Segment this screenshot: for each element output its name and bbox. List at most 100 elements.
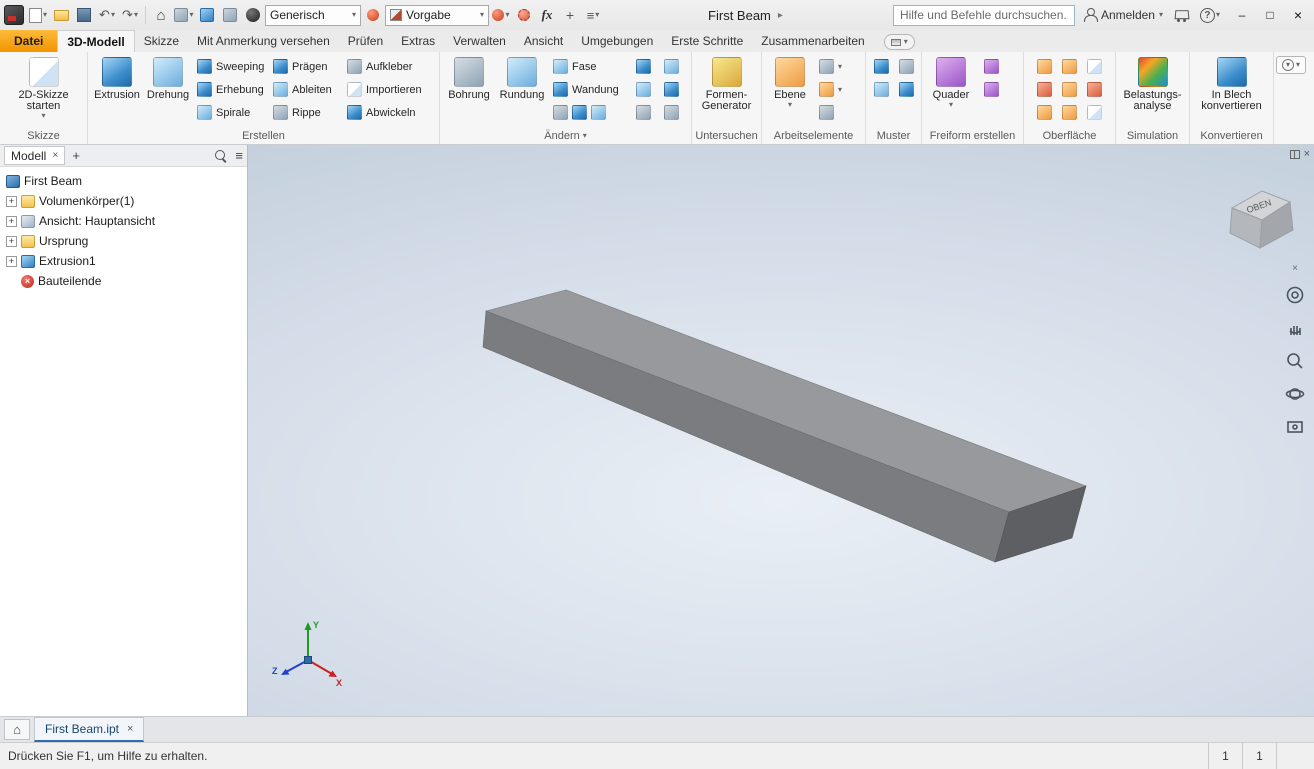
viewcube[interactable]: OBEN [1220, 178, 1304, 260]
beam-top-face[interactable] [485, 289, 1087, 513]
browser-search-icon[interactable] [215, 149, 227, 162]
measure-button[interactable] [219, 3, 241, 27]
sculpt-surface-icon[interactable] [1037, 105, 1052, 120]
in-blech-konvertieren-button[interactable]: In Blech konvertieren [1194, 55, 1269, 112]
trim-surface-icon[interactable] [1037, 82, 1052, 97]
iproperties-button[interactable] [196, 3, 218, 27]
ableiten-button[interactable]: Ableiten [270, 78, 342, 101]
dropdown-caret-icon[interactable]: ▾ [134, 11, 138, 19]
tab-mit-anmerkung-versehen[interactable]: Mit Anmerkung versehen [188, 30, 339, 52]
dropdown-caret-icon[interactable]: ▾ [788, 101, 792, 109]
store-button[interactable] [1170, 3, 1192, 27]
work-point-button[interactable]: ▾ [816, 78, 856, 101]
new-file-button[interactable]: ▾ [27, 3, 49, 27]
clear-appearance-button[interactable] [513, 3, 535, 27]
signin-button[interactable]: Anmelden ▾ [1083, 3, 1163, 27]
add-quick-access-button[interactable]: + [559, 3, 581, 27]
appearance-combo[interactable]: Vorgabe ▾ [385, 4, 489, 26]
close-browser-tab-icon[interactable]: × [52, 150, 58, 161]
add-browser-tab-button[interactable]: + [67, 148, 85, 163]
browser-tab-modell[interactable]: Modell × [4, 146, 66, 165]
draft-button[interactable] [661, 78, 682, 101]
maximize-button[interactable]: □ [1256, 2, 1284, 28]
appearance-ball-button[interactable] [242, 3, 264, 27]
viewport-3d[interactable]: × OBEN × Y X Z [248, 145, 1314, 716]
home-tab-button[interactable]: ⌂ [4, 719, 30, 740]
title-chevron-icon[interactable]: ▸ [778, 10, 783, 21]
expander-icon[interactable]: + [6, 215, 17, 227]
ebene-button[interactable]: Ebene ▾ [766, 55, 814, 109]
rippe-button[interactable]: Rippe [270, 101, 342, 124]
tree-item-first-beam[interactable]: First Beam [0, 171, 247, 191]
zoom-icon[interactable] [1283, 349, 1307, 373]
tab-erste-schritte[interactable]: Erste Schritte [662, 30, 752, 52]
ucs-button[interactable] [816, 101, 856, 124]
freeform-cylinder-button[interactable] [981, 78, 1002, 101]
orbit-icon[interactable] [1283, 382, 1307, 406]
material-combo[interactable]: Generisch ▾ [265, 4, 361, 26]
tree-item-ursprung[interactable]: + Ursprung [0, 231, 247, 251]
dropdown-caret-icon[interactable]: ▾ [595, 11, 599, 19]
work-axis-button[interactable]: ▾ [816, 55, 856, 78]
tab-3d-modell[interactable]: 3D-Modell [57, 30, 135, 52]
freeform-edit-button[interactable] [981, 55, 1002, 78]
sketch-pattern-icon[interactable] [898, 82, 914, 97]
tree-item-volumenkoerper[interactable]: + Volumenkörper(1) [0, 191, 247, 211]
abwickeln-button[interactable]: Abwickeln [344, 101, 430, 124]
adjust-appearance-button[interactable]: ▾ [490, 3, 512, 27]
browser-menu-icon[interactable]: ≡ [235, 148, 243, 163]
document-tab-first-beam[interactable]: First Beam.ipt × [34, 717, 145, 742]
app-logo-icon[interactable] [4, 5, 24, 25]
ribbon-options-button[interactable]: ▾ ▾ [1275, 56, 1306, 74]
move-body-button[interactable] [661, 101, 682, 124]
tab-verwalten[interactable]: Verwalten [444, 30, 515, 52]
direct-edit-button[interactable] [633, 101, 654, 124]
expander-icon[interactable]: + [6, 255, 17, 267]
dropdown-caret-icon[interactable]: ▾ [505, 11, 509, 19]
undo-button[interactable]: ↶ ▾ [96, 3, 118, 27]
open-button[interactable] [50, 3, 72, 27]
patch-surface-icon[interactable] [1062, 59, 1077, 74]
look-at-icon[interactable] [1283, 415, 1307, 439]
quader-button[interactable]: Quader ▾ [926, 55, 976, 109]
praegen-button[interactable]: Prägen [270, 55, 342, 78]
pan-hand-icon[interactable] [1283, 316, 1307, 340]
drehung-button[interactable]: Drehung [144, 55, 192, 101]
dropdown-caret-icon[interactable]: ▾ [43, 11, 47, 19]
ribbon-appearance-button[interactable]: ▾ [883, 34, 915, 50]
close-document-button[interactable]: × [1304, 148, 1310, 160]
tab-extras[interactable]: Extras [392, 30, 444, 52]
mirror-icon[interactable] [898, 59, 914, 74]
split-button[interactable] [633, 78, 654, 101]
save-button[interactable] [73, 3, 95, 27]
tree-item-bauteilende[interactable]: × Bauteilende [0, 271, 247, 291]
tab-skizze[interactable]: Skizze [135, 30, 188, 52]
file-menu-button[interactable]: Datei [0, 30, 58, 52]
return-home-button[interactable]: ⌂ [150, 3, 172, 27]
help-search-input[interactable] [892, 4, 1075, 26]
thicken-button[interactable] [633, 55, 654, 78]
ruled-surface-icon[interactable] [1087, 59, 1102, 74]
start-2d-sketch-button[interactable]: 2D-Skizze starten ▾ [6, 55, 82, 120]
dropdown-caret-icon[interactable]: ▾ [1159, 11, 1163, 19]
tab-pruefen[interactable]: Prüfen [339, 30, 392, 52]
dropdown-caret-icon[interactable]: ▾ [111, 11, 115, 19]
tab-ansicht[interactable]: Ansicht [515, 30, 572, 52]
dropdown-caret-icon[interactable]: ▾ [1216, 11, 1220, 19]
group-label-aendern[interactable]: Ändern ▾ [440, 128, 691, 144]
untrim-surface-icon[interactable] [1087, 105, 1102, 120]
parameters-button[interactable]: fx [536, 3, 558, 27]
dropdown-caret-icon[interactable]: ▾ [480, 11, 484, 19]
tree-item-ansicht-hauptansicht[interactable]: + Ansicht: Hauptansicht [0, 211, 247, 231]
belastungsanalyse-button[interactable]: Belastungs-analyse [1120, 55, 1185, 112]
erhebung-button[interactable]: Erhebung [194, 78, 268, 101]
close-button[interactable]: × [1284, 2, 1312, 28]
extend-surface-icon[interactable] [1062, 82, 1077, 97]
rundung-button[interactable]: Rundung [496, 55, 548, 101]
circular-pattern-icon[interactable] [873, 82, 889, 97]
quick-access-options-button[interactable]: ≡ ▾ [582, 3, 604, 27]
navigation-wheel-icon[interactable] [1283, 283, 1307, 307]
dropdown-caret-icon[interactable]: ▾ [41, 112, 45, 120]
minimize-button[interactable]: – [1228, 2, 1256, 28]
thread-icon[interactable] [553, 105, 568, 120]
